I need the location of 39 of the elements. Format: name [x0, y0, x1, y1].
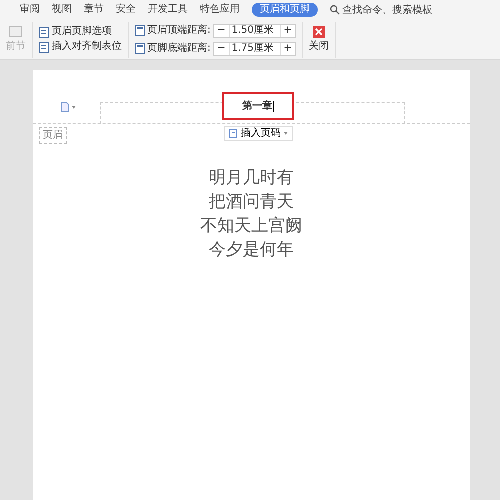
- spacing-stepper[interactable]: − 1.75厘米 +: [213, 42, 296, 56]
- poem-line: 把酒问青天: [209, 191, 294, 214]
- menu-tab[interactable]: 安全: [116, 3, 136, 17]
- document-icon: [39, 42, 49, 52]
- header-tag: 页眉: [39, 127, 67, 144]
- menu-tab[interactable]: 特色应用: [200, 3, 240, 17]
- document-icon: [61, 102, 69, 112]
- value-field[interactable]: 1.50厘米: [228, 24, 281, 36]
- spacing-label: 页眉顶端距离:: [148, 24, 211, 38]
- decrement-button[interactable]: −: [214, 26, 229, 36]
- ribbon-button[interactable]: 页眉页脚选项: [39, 26, 122, 38]
- menu-tab[interactable]: 审阅: [20, 3, 40, 17]
- header-text[interactable]: 第一章: [222, 92, 294, 120]
- close-icon: [313, 26, 326, 38]
- increment-button[interactable]: +: [280, 26, 296, 36]
- caret-icon: [72, 106, 76, 108]
- close-button[interactable]: 关闭: [309, 26, 330, 53]
- search-command[interactable]: 查找命令、搜索模板: [330, 2, 432, 18]
- document-icon: [39, 26, 49, 38]
- menu-tab[interactable]: 开发工具: [148, 3, 188, 17]
- menu-tab[interactable]: 章节: [84, 3, 104, 17]
- menu-tab[interactable]: 视图: [52, 3, 72, 17]
- poem-line: 今夕是何年: [209, 239, 294, 262]
- search-icon: [330, 5, 340, 15]
- ribbon-button[interactable]: 插入对齐制表位: [39, 41, 122, 53]
- page-icon: [9, 26, 23, 38]
- page-number-icon: [229, 129, 238, 138]
- page-margin-icon: [135, 43, 145, 54]
- caret-icon: [284, 132, 288, 135]
- insert-page-number-button[interactable]: 插入页码: [224, 126, 293, 141]
- menu-tab[interactable]: 页眉和页脚: [252, 3, 318, 17]
- value-field[interactable]: 1.75厘米: [228, 42, 281, 54]
- decrement-button[interactable]: −: [214, 44, 229, 54]
- page-margin-icon: [135, 25, 145, 36]
- poem-line: 不知天上宫阙: [200, 215, 302, 238]
- spacing-label: 页脚底端距离:: [148, 42, 211, 56]
- increment-button[interactable]: +: [280, 44, 296, 54]
- poem-line: 明月几时有: [209, 167, 294, 190]
- spacing-stepper[interactable]: − 1.50厘米 +: [213, 24, 296, 38]
